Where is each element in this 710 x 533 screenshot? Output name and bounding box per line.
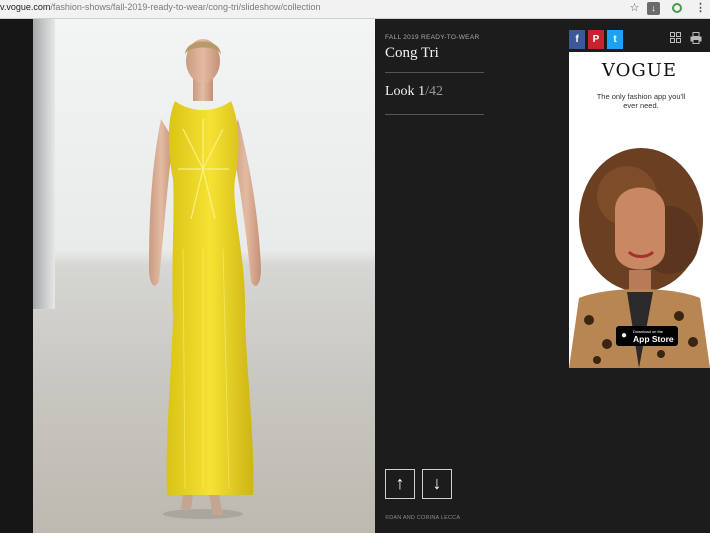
browser-url-bar: v.vogue.com/fashion-shows/fall-2019-read… — [0, 0, 710, 19]
designer-name[interactable]: Cong Tri — [385, 45, 439, 62]
next-look-button[interactable]: ↓ — [422, 469, 452, 499]
previous-look-button[interactable]: ↑ — [385, 469, 415, 499]
download-icon[interactable]: ↓ — [647, 2, 660, 15]
twitter-share-button[interactable]: t — [607, 30, 623, 49]
divider — [385, 114, 484, 115]
extension-icon[interactable] — [670, 2, 683, 15]
look-total: /42 — [425, 84, 443, 99]
vogue-logo: VOGUE — [601, 60, 678, 81]
facebook-share-button[interactable]: f — [569, 30, 585, 49]
print-icon[interactable] — [690, 32, 702, 44]
app-store-badge[interactable]: ● Download on the App Store — [616, 326, 678, 346]
pinterest-share-button[interactable]: P — [588, 30, 604, 49]
look-counter: Look 1/42 — [385, 84, 443, 100]
photo-credit: ©DAN AND CORINA LECCA — [385, 515, 461, 521]
menu-icon[interactable]: ⋮ — [694, 2, 707, 15]
slideshow-page: ⊕ FALL 2019 READY-TO-WEAR Cong Tri Look … — [0, 19, 710, 533]
model-figure — [149, 39, 261, 519]
vogue-app-ad[interactable]: VOGUE The only fashion app you'll ever n… — [569, 52, 710, 368]
address-field[interactable]: v.vogue.com/fashion-shows/fall-2019-read… — [0, 2, 320, 12]
url-host: v.vogue.com — [0, 2, 51, 12]
badge-big-text: App Store — [633, 334, 674, 344]
runway-photo[interactable]: ⊕ — [33, 19, 375, 533]
star-icon[interactable]: ☆ — [628, 2, 641, 15]
divider — [385, 72, 484, 73]
apple-icon: ● — [621, 330, 628, 341]
url-path: /fashion-shows/fall-2019-ready-to-wear/c… — [50, 2, 321, 12]
look-current: 1 — [418, 84, 426, 99]
look-label: Look — [385, 84, 419, 99]
season-label: FALL 2019 READY-TO-WEAR — [385, 34, 480, 41]
left-margin — [0, 19, 33, 533]
grid-view-icon[interactable] — [670, 32, 681, 43]
ad-tagline: The only fashion app you'll ever need. — [596, 92, 686, 110]
